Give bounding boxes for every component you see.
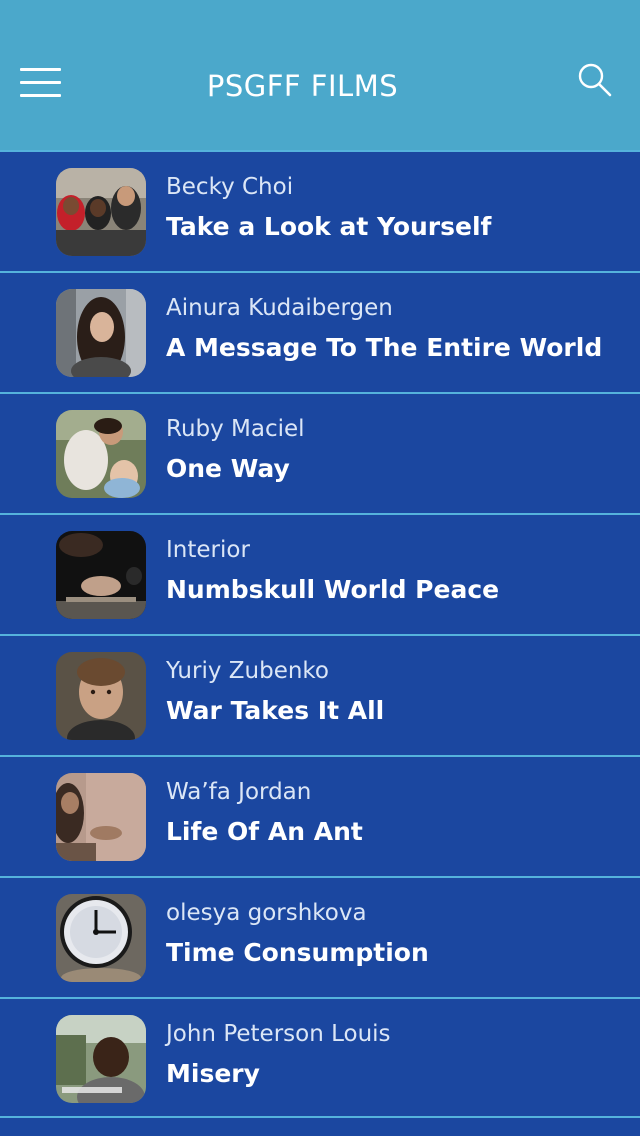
film-row[interactable]: John Peterson Louis Misery	[0, 997, 640, 1118]
menu-button[interactable]	[20, 68, 61, 98]
film-thumbnail	[56, 773, 146, 861]
film-row[interactable]: Wa’fa Jordan Life Of An Ant	[0, 755, 640, 876]
film-thumbnail	[56, 410, 146, 498]
hamburger-menu-icon	[20, 68, 61, 71]
film-author: Interior	[166, 537, 250, 563]
app-header: PSGFF FILMS	[0, 0, 640, 150]
film-thumbnail	[56, 168, 146, 256]
film-title: War Takes It All	[166, 696, 385, 725]
film-title: A Message To The Entire World	[166, 333, 603, 362]
film-row[interactable]: Ruby Maciel One Way	[0, 392, 640, 513]
film-row[interactable]: Ainura Kudaibergen A Message To The Enti…	[0, 271, 640, 392]
film-author: Ainura Kudaibergen	[166, 295, 393, 321]
film-row[interactable]: olesya gorshkova Time Consumption	[0, 876, 640, 997]
film-author: Wa’fa Jordan	[166, 779, 312, 805]
film-author: Becky Choi	[166, 174, 294, 200]
film-author: olesya gorshkova	[166, 900, 367, 926]
page-title: PSGFF FILMS	[206, 69, 399, 103]
film-thumbnail	[56, 289, 146, 377]
film-title: One Way	[166, 454, 290, 483]
film-title: Life Of An Ant	[166, 817, 363, 846]
search-icon	[578, 63, 612, 97]
film-thumbnail	[56, 531, 146, 619]
film-title: Numbskull World Peace	[166, 575, 500, 604]
film-author: John Peterson Louis	[166, 1021, 391, 1047]
film-thumbnail	[56, 652, 146, 740]
film-title: Time Consumption	[166, 938, 429, 967]
film-thumbnail	[56, 1015, 146, 1103]
film-title: Take a Look at Yourself	[166, 212, 492, 241]
film-thumbnail	[56, 894, 146, 982]
film-author: Yuriy Zubenko	[166, 658, 329, 684]
film-row[interactable]: Yuriy Zubenko War Takes It All	[0, 634, 640, 755]
film-title: Misery	[166, 1059, 260, 1088]
film-row[interactable]: Interior Numbskull World Peace	[0, 513, 640, 634]
film-author: Ruby Maciel	[166, 416, 305, 442]
film-row[interactable]: Becky Choi Take a Look at Yourself	[0, 150, 640, 271]
search-button[interactable]	[577, 62, 613, 98]
film-list: Becky Choi Take a Look at Yourself Ainur…	[0, 150, 640, 1118]
